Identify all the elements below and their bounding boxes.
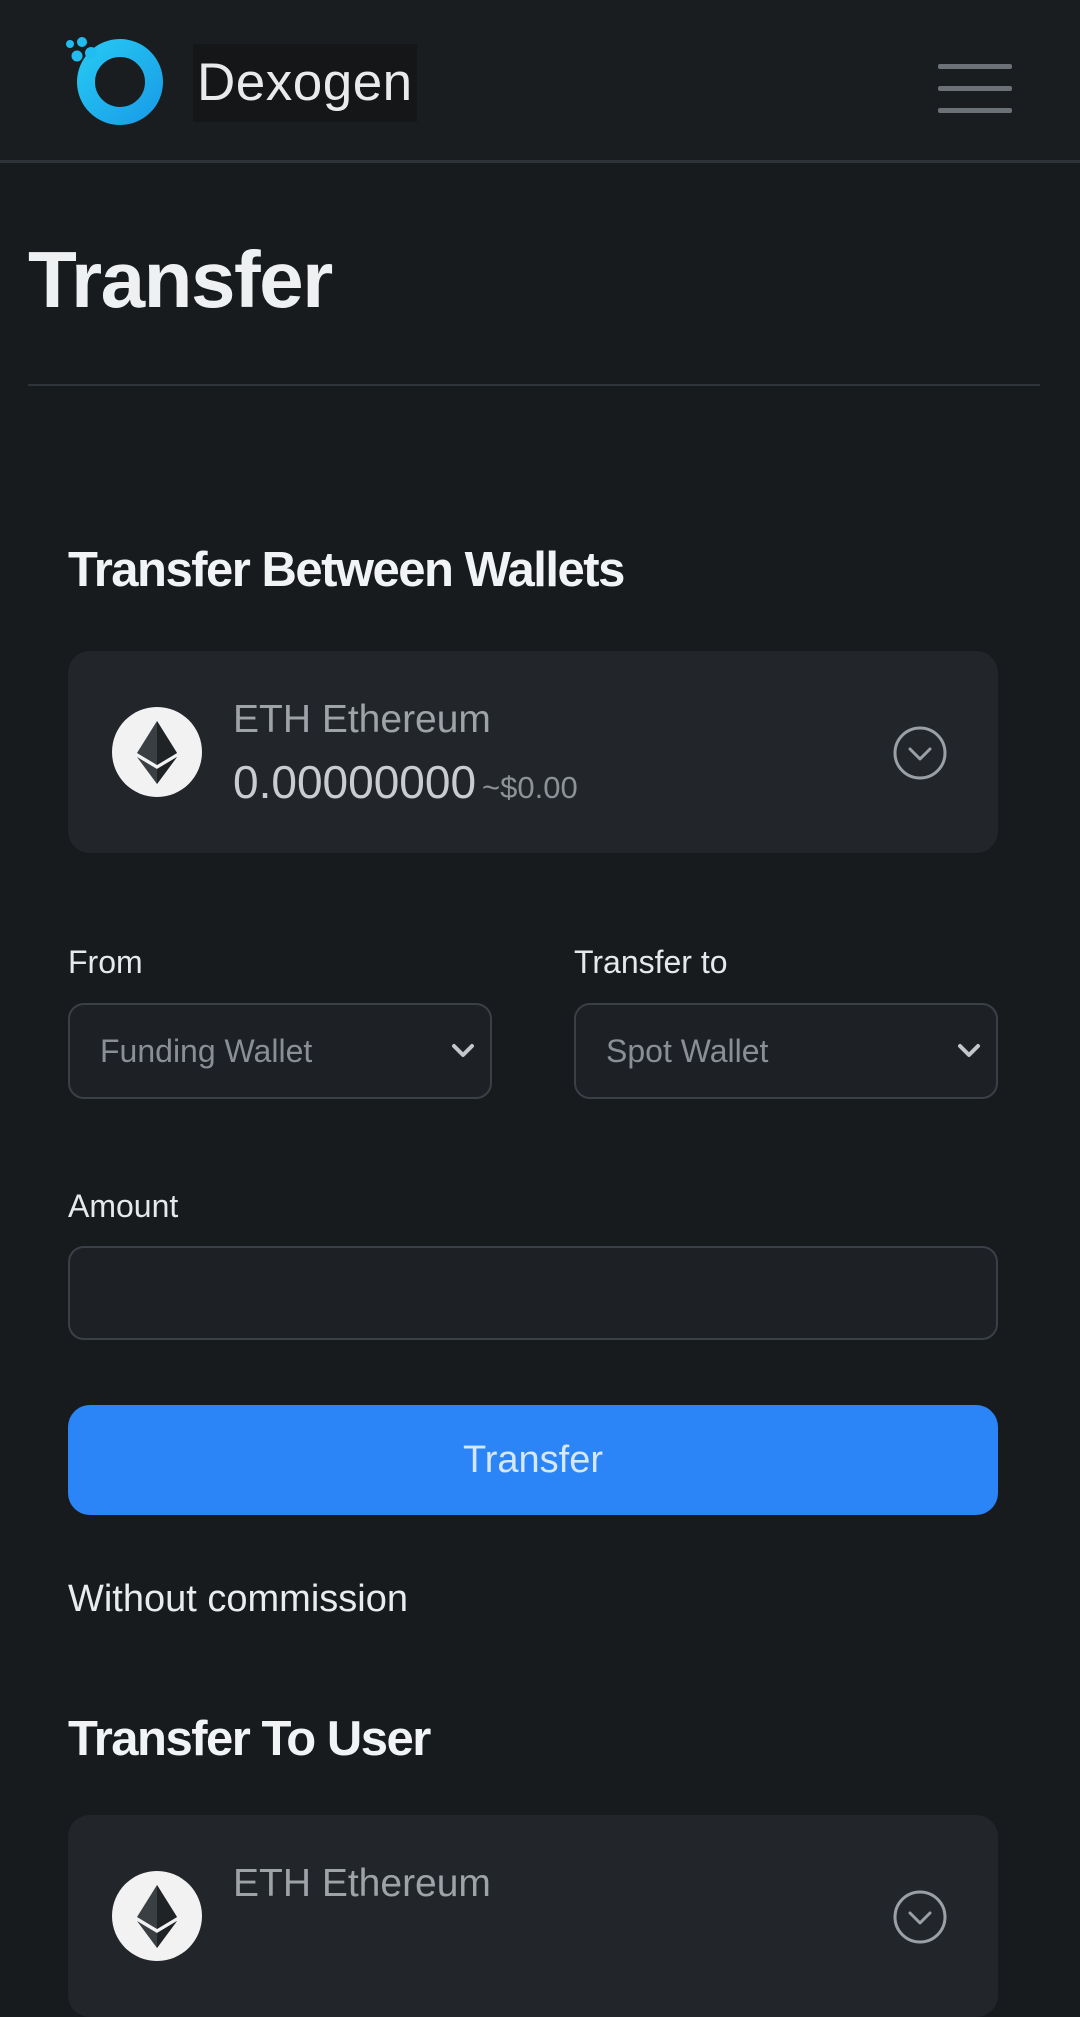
- hamburger-menu-icon[interactable]: [938, 62, 1014, 118]
- amount-label: Amount: [68, 1188, 179, 1224]
- section-title-user-transfer: Transfer To User: [68, 1712, 431, 1766]
- commission-note: Without commission: [68, 1578, 408, 1620]
- chevron-down-icon: [452, 1044, 474, 1057]
- page-title: Transfer: [28, 235, 333, 324]
- chevron-down-circle-icon[interactable]: [892, 1889, 948, 1945]
- title-divider: [28, 384, 1040, 386]
- brand-name[interactable]: Dexogen: [193, 44, 417, 122]
- menu-line: [938, 64, 1012, 69]
- menu-line: [938, 108, 1012, 113]
- from-label: From: [68, 944, 143, 980]
- coin-name: ETH Ethereum: [233, 1862, 491, 1905]
- from-wallet-value: Funding Wallet: [100, 1033, 313, 1069]
- dexogen-logo-icon[interactable]: [64, 36, 168, 126]
- coin-balance-value: 0.00000000: [233, 756, 477, 808]
- to-wallet-select[interactable]: Spot Wallet: [574, 1003, 998, 1099]
- from-wallet-select[interactable]: Funding Wallet: [68, 1003, 492, 1099]
- coin-balance: 0.00000000 ~$0.00: [233, 755, 578, 815]
- chevron-down-icon: [958, 1044, 980, 1057]
- transfer-to-label: Transfer to: [574, 944, 728, 980]
- transfer-button[interactable]: Transfer: [68, 1405, 998, 1515]
- coin-name: ETH Ethereum: [233, 698, 491, 741]
- ethereum-icon: [112, 1871, 202, 1961]
- amount-input[interactable]: [68, 1246, 998, 1340]
- chevron-down-circle-icon[interactable]: [892, 725, 948, 781]
- menu-line: [938, 86, 1012, 91]
- to-wallet-value: Spot Wallet: [606, 1033, 769, 1069]
- user-coin-selector[interactable]: ETH Ethereum: [68, 1815, 998, 2017]
- top-header: Dexogen: [0, 0, 1080, 163]
- ethereum-icon: [112, 707, 202, 797]
- coin-selector[interactable]: ETH Ethereum 0.00000000 ~$0.00: [68, 651, 998, 853]
- coin-usd-value: ~$0.00: [482, 770, 578, 805]
- section-title-wallet-transfer: Transfer Between Wallets: [68, 543, 625, 597]
